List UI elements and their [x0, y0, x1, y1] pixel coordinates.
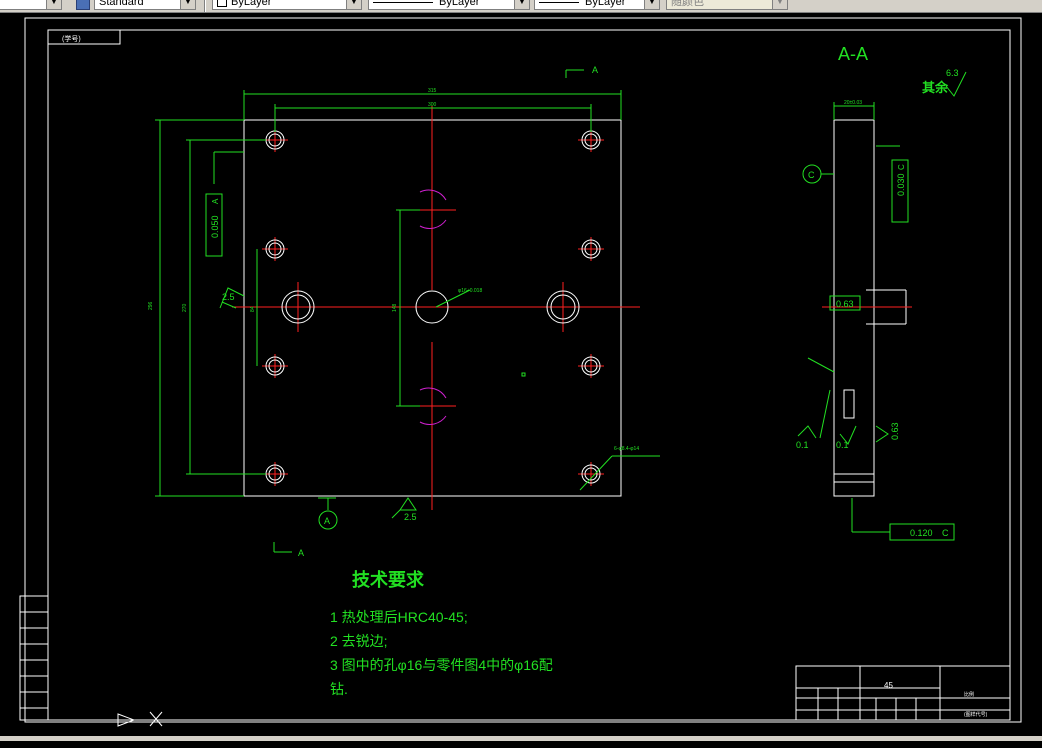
layer-value: ByLayer [231, 0, 272, 8]
layer-color-swatch [217, 0, 227, 8]
title-block-code: (图样代号) [964, 711, 988, 718]
section-marker-top [565, 69, 584, 78]
roughness-value-left: 2.5 [222, 292, 235, 302]
status-bar [0, 736, 1042, 741]
text-style-value: Standard [99, 0, 144, 8]
section-label-top: A [592, 65, 598, 75]
linetype-sample [373, 1, 433, 3]
linetype-chevron-icon: ▼ [514, 0, 529, 9]
small-marker [521, 372, 526, 377]
toolbar-separator [204, 0, 206, 12]
lineweight-sample [539, 1, 579, 3]
svg-text:84: 84 [250, 306, 256, 312]
tolerance-value-perp-c: 0.120 [910, 528, 933, 538]
tech-item-3: 3 图中的孔φ16与零件图4中的φ16配 [330, 657, 553, 673]
svg-text:270: 270 [182, 303, 188, 312]
linetype-value: ByLayer [439, 0, 480, 8]
section-title: A-A [838, 44, 868, 64]
left-stamp-table [19, 595, 49, 721]
svg-text:148: 148 [392, 303, 398, 312]
svg-text:315: 315 [428, 88, 437, 94]
tolerance-datum-perp-a: A [211, 198, 220, 204]
tech-item-4: 钻. [330, 681, 348, 697]
layer-dropdown[interactable]: ByLayer ▼ [212, 0, 362, 10]
tolerance-value-parallel-c: 0.030 [896, 173, 906, 196]
svg-text:6-φ8.4-φ14: 6-φ8.4-φ14 [614, 446, 639, 452]
plotstyle-dropdown[interactable]: 随颜色 ▼ [666, 0, 788, 10]
section-details [834, 289, 907, 483]
text-style-dropdown[interactable]: Standard ▼ [94, 0, 196, 10]
tech-item-1: 1 热处理后HRC40-45; [330, 609, 468, 625]
tolerance-value-perp-a: 0.050 [210, 215, 220, 238]
lineweight-chevron-icon: ▼ [644, 0, 659, 9]
svg-text:φ16+0.018: φ16+0.018 [458, 288, 482, 294]
roughness-063: 0.63 [890, 422, 900, 440]
plotstyle-value: 随颜色 [671, 0, 704, 8]
tech-item-2: 2 去锐边; [330, 633, 388, 649]
section-dimensions [807, 102, 900, 533]
drawing-canvas[interactable]: (学号) 315 300 296 270 148 84 φ16+0.018 6-… [0, 12, 1042, 748]
section-dim-top: 20±0.03 [844, 100, 862, 106]
svg-text:296: 296 [148, 301, 154, 310]
code-box [47, 29, 121, 45]
code-box-label: (学号) [62, 34, 81, 43]
partial-dropdown-arrow: ▼ [46, 0, 61, 9]
roughness-01-left: 0.1 [796, 440, 809, 450]
section-marker-bottom [273, 542, 292, 553]
tolerance-value-flat: 0.63 [836, 299, 854, 309]
svg-text:300: 300 [428, 102, 437, 108]
text-style-chevron-icon: ▼ [180, 0, 195, 9]
lineweight-value: ByLayer [585, 0, 626, 8]
roughness-01-right: 0.1 [836, 440, 849, 450]
outer-frame [24, 17, 1022, 723]
linetype-dropdown[interactable]: ByLayer ▼ [368, 0, 530, 10]
dimension-text: 315 300 296 270 148 84 φ16+0.018 6-φ8.4-… [148, 88, 639, 452]
tolerance-datum-parallel-c: C [897, 164, 906, 170]
partial-dropdown-left[interactable]: ▼ [0, 0, 62, 10]
text-style-icon[interactable] [76, 0, 90, 10]
section-label-bottom: A [298, 548, 304, 558]
title-block-material: 45 [884, 681, 893, 690]
title-block-scale: 比例 [964, 691, 974, 698]
plotstyle-chevron-icon: ▼ [772, 0, 787, 9]
inner-frame [47, 29, 1011, 721]
roughness-value-bottom: 2.5 [404, 512, 417, 522]
datum-a-label: A [324, 516, 330, 526]
ucs-icon [40, 711, 163, 727]
datum-c-label: C [808, 170, 815, 180]
lineweight-dropdown[interactable]: ByLayer ▼ [534, 0, 660, 10]
roughness-rest-value: 6.3 [946, 68, 959, 78]
layer-chevron-icon: ▼ [346, 0, 361, 9]
roughness-rest-label: 其余 [922, 80, 949, 95]
tolerance-datum-perp-c: C [942, 528, 949, 538]
tech-title: 技术要求 [352, 569, 425, 590]
